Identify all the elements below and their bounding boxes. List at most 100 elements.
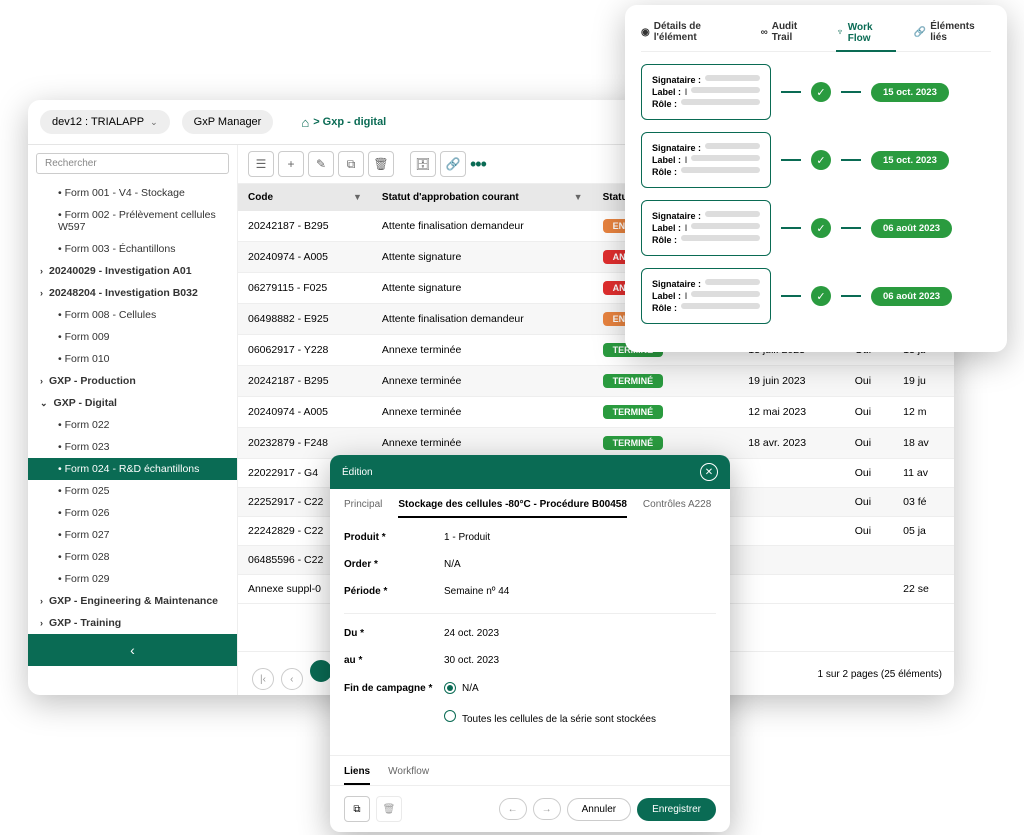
tree-item[interactable]: ›GXP - Engineering & Maintenance: [28, 590, 237, 612]
tree-item[interactable]: ›20248204 - Investigation B032: [28, 282, 237, 304]
edit-icon[interactable]: ✎: [308, 151, 334, 177]
status-badge: TERMINÉ: [603, 436, 664, 450]
label-du: Du *: [344, 628, 444, 639]
table-row[interactable]: 20240974 - A005Annexe terminéeTERMINÉ12 …: [238, 397, 954, 428]
copy-icon[interactable]: ⧉: [338, 151, 364, 177]
label-fin: Fin de campagne *: [344, 683, 444, 694]
radio-na[interactable]: [444, 682, 456, 694]
save-button[interactable]: Enregistrer: [637, 798, 716, 821]
modal-tabs: Principal Stockage des cellules -80°C - …: [330, 489, 730, 518]
tree-item[interactable]: • Form 025: [28, 480, 237, 502]
app-title: GxP Manager: [194, 116, 262, 128]
env-selector[interactable]: dev12 : TRIALAPP ⌄: [40, 110, 170, 134]
tree-item[interactable]: ›GXP - Training: [28, 612, 237, 634]
status-badge: TERMINÉ: [603, 374, 664, 388]
value-du[interactable]: 24 oct. 2023: [444, 628, 716, 639]
subtab-liens[interactable]: Liens: [344, 766, 370, 785]
table-row[interactable]: 20232879 - F248Annexe terminéeTERMINÉ18 …: [238, 428, 954, 459]
link-icon[interactable]: 🔗: [440, 151, 466, 177]
workflow-step: Signataire :Label :lRôle :✓06 août 2023: [641, 268, 991, 324]
archive-icon[interactable]: 🗄: [410, 151, 436, 177]
modal-subtabs: Liens Workflow: [330, 755, 730, 785]
table-row[interactable]: 20242187 - B295Annexe terminéeTERMINÉ19 …: [238, 366, 954, 397]
tree-item[interactable]: • Form 029: [28, 568, 237, 590]
page-first[interactable]: |‹: [252, 668, 274, 690]
tree-item[interactable]: • Form 010: [28, 348, 237, 370]
status-badge: TERMINÉ: [603, 405, 664, 419]
add-button[interactable]: +: [278, 151, 304, 177]
workflow-step: Signataire :Label :lRôle :✓15 oct. 2023: [641, 132, 991, 188]
workflow-panel: ◉Détails de l'élément ∞Audit Trail ♆Work…: [625, 5, 1007, 352]
more-icon[interactable]: •••: [470, 154, 486, 175]
column-header[interactable]: Statut d'approbation courant▼: [372, 184, 593, 211]
prev-button[interactable]: ←: [499, 798, 527, 820]
tree-item[interactable]: ⌄GXP - Digital: [28, 392, 237, 414]
tree-item[interactable]: • Form 023: [28, 436, 237, 458]
search-input[interactable]: Rechercher: [36, 153, 229, 174]
workflow-date: 15 oct. 2023: [871, 83, 949, 102]
value-periode[interactable]: Semaine nº 44: [444, 586, 716, 597]
close-icon[interactable]: ✕: [700, 463, 718, 481]
tree-item[interactable]: • Form 024 - R&D échantillons: [28, 458, 237, 480]
tree-item[interactable]: • Form 022: [28, 414, 237, 436]
breadcrumb[interactable]: ⌂ > Gxp - digital: [301, 115, 386, 130]
value-order[interactable]: N/A: [444, 559, 716, 570]
delete-icon[interactable]: 🗑: [376, 796, 402, 822]
next-button[interactable]: →: [533, 798, 561, 820]
tree-item[interactable]: • Form 003 - Échantillons: [28, 238, 237, 260]
workflow-date: 06 août 2023: [871, 219, 952, 238]
value-produit[interactable]: 1 - Produit: [444, 532, 716, 543]
sidebar-collapse-button[interactable]: ‹: [28, 634, 237, 666]
modal-tab-principal[interactable]: Principal: [344, 499, 382, 518]
tree-item[interactable]: ›20240029 - Investigation A01: [28, 260, 237, 282]
tab-audit[interactable]: ∞Audit Trail: [761, 21, 819, 43]
value-fin[interactable]: N/A: [444, 682, 716, 694]
home-icon: ⌂: [301, 115, 309, 130]
label-produit: Produit *: [344, 532, 444, 543]
radio-toutes[interactable]: [444, 710, 456, 722]
page-info: 1 sur 2 pages (25 éléments): [817, 669, 942, 680]
modal-tab-controles[interactable]: Contrôles A228: [643, 499, 711, 518]
check-icon: ✓: [811, 150, 831, 170]
page-current[interactable]: [310, 660, 332, 682]
tab-linked[interactable]: 🔗Éléments liés: [914, 21, 991, 43]
label-au: au *: [344, 655, 444, 666]
label-periode: Période *: [344, 586, 444, 597]
workflow-date: 15 oct. 2023: [871, 151, 949, 170]
layout-icon[interactable]: ☰: [248, 151, 274, 177]
breadcrumb-text: > Gxp - digital: [313, 116, 386, 128]
tree-item[interactable]: • Form 002 - Prélèvement cellules W597: [28, 204, 237, 238]
pagination: |‹ ‹: [250, 660, 334, 691]
check-icon: ✓: [811, 218, 831, 238]
tree-item[interactable]: • Form 008 - Cellules: [28, 304, 237, 326]
workflow-step: Signataire :Label :lRôle :✓06 août 2023: [641, 200, 991, 256]
cancel-button[interactable]: Annuler: [567, 798, 631, 821]
delete-icon[interactable]: 🗑: [368, 151, 394, 177]
copy-icon[interactable]: ⧉: [344, 796, 370, 822]
app-title-pill: GxP Manager: [182, 110, 274, 134]
tree-item[interactable]: • Form 001 - V4 - Stockage: [28, 182, 237, 204]
subtab-workflow[interactable]: Workflow: [388, 766, 429, 785]
tab-details[interactable]: ◉Détails de l'élément: [641, 21, 743, 43]
tree-item[interactable]: • Form 028: [28, 546, 237, 568]
sidebar: Rechercher • Form 001 - V4 - Stockage• F…: [28, 145, 238, 695]
env-label: dev12 : TRIALAPP: [52, 116, 144, 128]
tab-workflow[interactable]: ♆Work Flow: [836, 21, 895, 52]
tree-item[interactable]: ›GXP - Production: [28, 370, 237, 392]
check-icon: ✓: [811, 286, 831, 306]
label-order: Order *: [344, 559, 444, 570]
check-icon: ✓: [811, 82, 831, 102]
tree-item[interactable]: • Form 009: [28, 326, 237, 348]
chevron-down-icon: ⌄: [150, 117, 158, 128]
column-header[interactable]: Code▼: [238, 184, 372, 211]
modal-header: Édition ✕: [330, 455, 730, 489]
tree-item[interactable]: • Form 026: [28, 502, 237, 524]
value-toutes[interactable]: Toutes les cellules de la série sont sto…: [444, 710, 716, 725]
modal-footer: ⧉ 🗑 ← → Annuler Enregistrer: [330, 785, 730, 832]
value-au[interactable]: 30 oct. 2023: [444, 655, 716, 666]
tree-item[interactable]: • Form 027: [28, 524, 237, 546]
workflow-tabs: ◉Détails de l'élément ∞Audit Trail ♆Work…: [641, 21, 991, 52]
modal-tab-stockage[interactable]: Stockage des cellules -80°C - Procédure …: [398, 499, 627, 518]
modal-title: Édition: [342, 467, 373, 478]
page-prev[interactable]: ‹: [281, 668, 303, 690]
